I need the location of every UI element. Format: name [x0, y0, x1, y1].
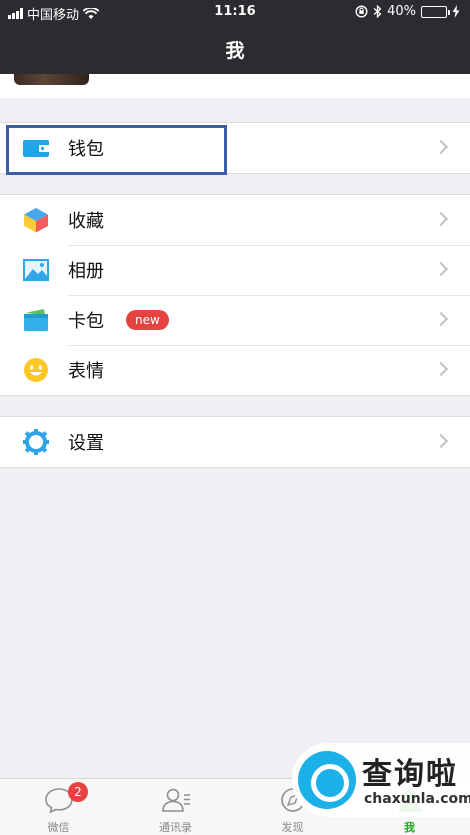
top-header: 中国移动 11:16 40% 我 [0, 0, 470, 74]
card-pack-icon [24, 309, 48, 331]
contacts-icon [162, 788, 190, 812]
unread-count-badge: 2 [68, 782, 88, 802]
chevron-right-icon [433, 139, 449, 155]
features-group: 收藏 相册 卡包 new 表情 [0, 194, 470, 396]
battery-percent: 40% [387, 4, 416, 19]
tab-label: 我 [404, 821, 415, 834]
menu-item-wallet[interactable]: 钱包 [0, 123, 470, 173]
favorites-cube-icon [24, 208, 48, 233]
menu-item-settings[interactable]: 设置 [0, 417, 470, 467]
menu-item-label: 表情 [68, 361, 104, 382]
menu-item-label: 卡包 [68, 311, 104, 332]
status-right: 40% [355, 4, 460, 19]
charging-bolt-icon [452, 5, 460, 18]
tab-contacts[interactable]: 通讯录 [117, 779, 234, 835]
menu-item-label: 相册 [68, 261, 104, 282]
menu-item-favorites[interactable]: 收藏 [0, 195, 470, 245]
settings-gear-icon [23, 429, 49, 455]
tab-chats[interactable]: 2 微信 [0, 779, 117, 835]
battery-icon [421, 5, 450, 18]
chevron-right-icon [433, 211, 449, 227]
chevron-right-icon [433, 433, 449, 449]
new-badge: new [126, 310, 169, 330]
status-bar: 中国移动 11:16 40% [0, 0, 470, 24]
site-watermark: 查询啦 chaxunla.com [292, 743, 470, 817]
tab-label: 微信 [47, 821, 70, 834]
page-title: 我 [225, 40, 245, 62]
chevron-right-icon [433, 261, 449, 277]
watermark-title: 查询啦 [362, 757, 458, 792]
chevron-right-icon [433, 361, 449, 377]
menu-item-stickers[interactable]: 表情 [0, 345, 470, 395]
tab-label: 发现 [281, 821, 304, 834]
menu-item-label: 钱包 [68, 139, 104, 160]
tab-label: 通讯录 [159, 821, 192, 834]
menu-item-label: 设置 [68, 433, 104, 454]
album-icon [23, 259, 49, 281]
avatar[interactable] [14, 74, 89, 85]
bluetooth-icon [373, 5, 382, 18]
rotation-lock-icon [355, 5, 368, 18]
settings-group: 设置 [0, 416, 470, 468]
wallet-group: 钱包 [0, 122, 470, 174]
menu-item-label: 收藏 [68, 211, 104, 232]
search-logo-icon [298, 751, 356, 809]
chevron-right-icon [433, 311, 449, 327]
wallet-icon [23, 140, 49, 157]
sticker-smiley-icon [24, 358, 48, 382]
watermark-url: chaxunla.com [364, 791, 470, 807]
menu-item-card-pack[interactable]: 卡包 new [0, 295, 470, 345]
menu-item-album[interactable]: 相册 [0, 245, 470, 295]
